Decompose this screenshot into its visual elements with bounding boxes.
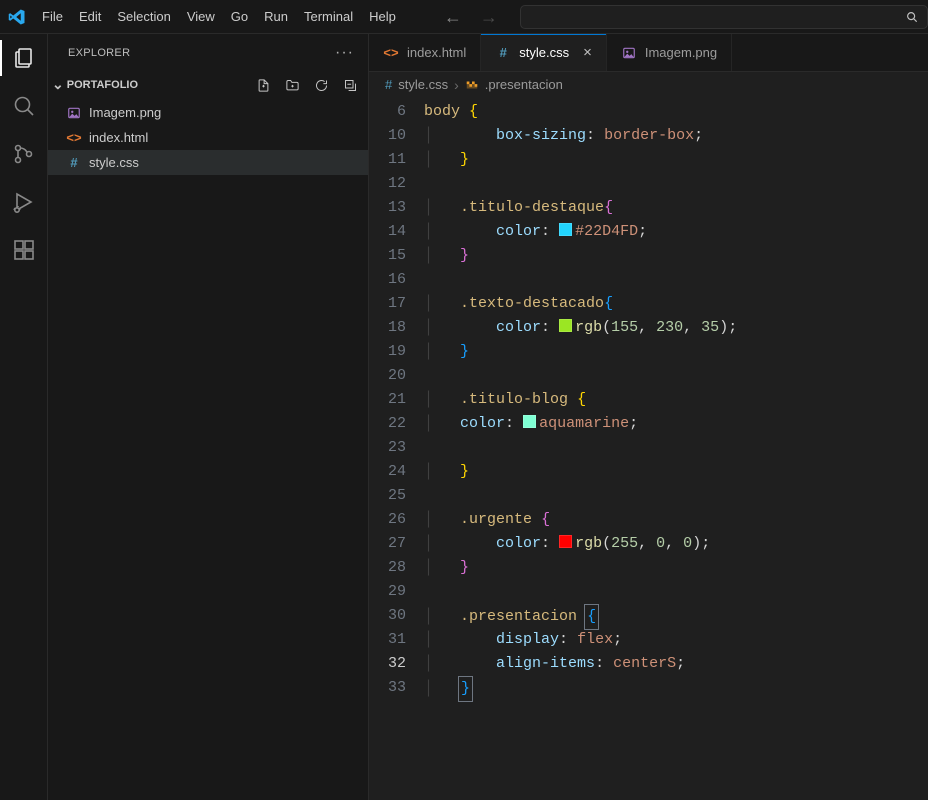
editor-code[interactable]: 6101112131415161718192021222324252627282… bbox=[369, 98, 928, 800]
menu-bar: FileEditSelectionViewGoRunTerminalHelp bbox=[34, 3, 404, 30]
editor-tabs: <> index.html # style.css × Imagem.png bbox=[369, 34, 928, 72]
color-swatch bbox=[559, 223, 572, 236]
html-file-icon: <> bbox=[66, 130, 82, 146]
activity-debug-icon[interactable] bbox=[10, 188, 38, 216]
color-swatch bbox=[559, 319, 572, 332]
tree-item-label: index.html bbox=[89, 130, 148, 145]
tree-item-label: Imagem.png bbox=[89, 105, 161, 120]
activity-explorer-icon[interactable] bbox=[10, 44, 38, 72]
vscode-logo-icon bbox=[8, 8, 26, 26]
code-area[interactable]: body {│ box-sizing: border-box;│ }│ .tit… bbox=[424, 98, 928, 800]
search-icon bbox=[905, 10, 919, 24]
css-file-icon: # bbox=[495, 45, 511, 61]
menu-selection[interactable]: Selection bbox=[109, 3, 178, 30]
folder-name: PORTAFOLIO bbox=[67, 79, 138, 91]
sidebar-more-icon[interactable]: ··· bbox=[335, 44, 354, 62]
close-icon[interactable]: × bbox=[583, 44, 592, 61]
color-swatch bbox=[559, 535, 572, 548]
sidebar-title: EXPLORER bbox=[68, 47, 130, 59]
html-file-icon: <> bbox=[383, 45, 399, 61]
activity-search-icon[interactable] bbox=[10, 92, 38, 120]
tab-label: index.html bbox=[407, 45, 466, 60]
activity-extensions-icon[interactable] bbox=[10, 236, 38, 264]
menu-edit[interactable]: Edit bbox=[71, 3, 109, 30]
chevron-down-icon: ⌄ bbox=[52, 76, 64, 94]
line-gutter: 6101112131415161718192021222324252627282… bbox=[369, 98, 424, 800]
menu-go[interactable]: Go bbox=[223, 3, 256, 30]
tree-item-label: style.css bbox=[89, 155, 139, 170]
activity-scm-icon[interactable] bbox=[10, 140, 38, 168]
nav-back-icon[interactable]: ← bbox=[444, 8, 462, 26]
file-tree: Imagem.png <> index.html # style.css bbox=[48, 98, 368, 175]
tree-item-index-html[interactable]: <> index.html bbox=[48, 125, 368, 150]
tab-index-html[interactable]: <> index.html bbox=[369, 34, 481, 71]
sidebar-header: EXPLORER ··· bbox=[48, 34, 368, 72]
tree-item-imagem-png[interactable]: Imagem.png bbox=[48, 100, 368, 125]
chevron-right-icon: › bbox=[454, 77, 459, 93]
new-folder-icon[interactable] bbox=[285, 78, 300, 93]
tree-item-style-css[interactable]: # style.css bbox=[48, 150, 368, 175]
menu-help[interactable]: Help bbox=[361, 3, 404, 30]
image-file-icon bbox=[621, 45, 637, 61]
menu-view[interactable]: View bbox=[179, 3, 223, 30]
editor-group: <> index.html # style.css × Imagem.png # styl… bbox=[369, 34, 928, 800]
tab-imagem-png[interactable]: Imagem.png bbox=[607, 34, 732, 71]
new-file-icon[interactable] bbox=[256, 78, 271, 93]
command-search[interactable] bbox=[520, 5, 928, 29]
breadcrumb[interactable]: # style.css › .presentacion bbox=[369, 72, 928, 98]
tab-label: style.css bbox=[519, 45, 569, 60]
sidebar: EXPLORER ··· ⌄ PORTAFOLIO Imagem.png <> in… bbox=[48, 34, 369, 800]
tab-style-css[interactable]: # style.css × bbox=[481, 34, 607, 71]
folder-actions bbox=[256, 78, 358, 93]
css-file-icon: # bbox=[66, 155, 82, 171]
image-file-icon bbox=[66, 105, 82, 121]
tab-label: Imagem.png bbox=[645, 45, 717, 60]
folder-header[interactable]: ⌄ PORTAFOLIO bbox=[48, 72, 368, 98]
nav-forward-icon[interactable]: → bbox=[480, 8, 498, 26]
color-swatch bbox=[523, 415, 536, 428]
breadcrumb-file: style.css bbox=[398, 77, 448, 92]
nav-arrows: ← → bbox=[444, 8, 498, 26]
activity-bar bbox=[0, 34, 48, 800]
breadcrumb-symbol: .presentacion bbox=[485, 77, 563, 92]
symbol-class-icon bbox=[465, 78, 479, 92]
css-file-icon: # bbox=[385, 77, 392, 92]
menu-file[interactable]: File bbox=[34, 3, 71, 30]
title-bar: FileEditSelectionViewGoRunTerminalHelp ←… bbox=[0, 0, 928, 34]
refresh-icon[interactable] bbox=[314, 78, 329, 93]
menu-terminal[interactable]: Terminal bbox=[296, 3, 361, 30]
collapse-all-icon[interactable] bbox=[343, 78, 358, 93]
menu-run[interactable]: Run bbox=[256, 3, 296, 30]
